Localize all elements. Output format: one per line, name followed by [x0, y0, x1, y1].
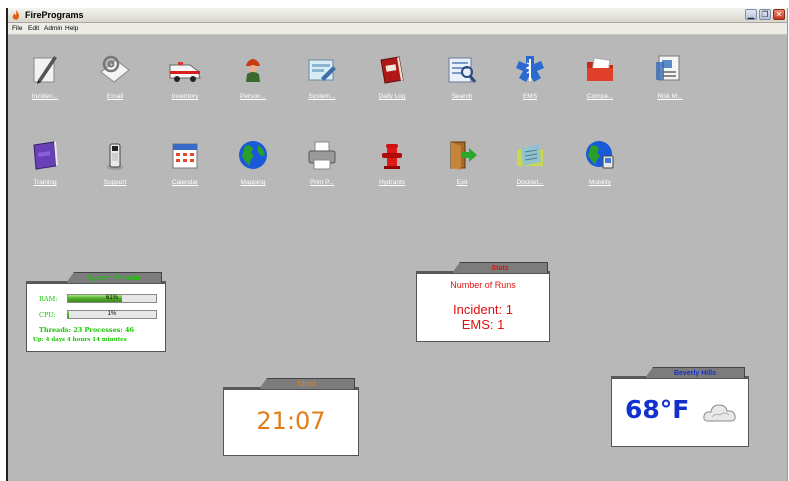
desktop-icon-search[interactable]: Search — [432, 52, 492, 108]
stats-widget[interactable]: Stats Number of Runs Incident: 1 EMS: 1 — [416, 262, 550, 342]
training-icon — [33, 141, 58, 170]
company-icon — [587, 57, 613, 81]
mobility-icon — [586, 141, 614, 169]
desktop-icon-print[interactable]: Print P... — [292, 138, 352, 194]
clock-time: 21:07 — [256, 407, 326, 435]
ems-icon — [516, 56, 544, 82]
cpu-label: CPU: — [39, 311, 56, 319]
incident-count: Incident: 1 — [453, 302, 513, 317]
desktop-icon-mapping[interactable]: Mapping — [223, 138, 283, 194]
clock-title: Clock — [259, 378, 355, 389]
hydrant-icon — [382, 144, 402, 169]
docklet-icon — [517, 144, 543, 166]
menu-admin[interactable]: Admin — [44, 23, 62, 34]
calendar-icon — [172, 143, 198, 169]
daily-log-icon — [380, 56, 404, 84]
desktop-icon-email[interactable]: Email — [85, 52, 145, 108]
system-monitor-widget[interactable]: System Monitor RAM: 61% CPU: 1% Threads:… — [26, 272, 166, 352]
title-bar[interactable]: FirePrograms ▁ ❐ ✕ — [8, 8, 787, 23]
ram-label: RAM: — [39, 295, 58, 303]
restore-button[interactable]: ❐ — [759, 9, 771, 20]
close-button[interactable]: ✕ — [773, 9, 785, 20]
ram-bar: 61% — [67, 294, 157, 303]
runs-heading: Number of Runs — [450, 280, 516, 290]
desktop-icon-system[interactable]: System... — [292, 52, 352, 108]
system-icon — [308, 59, 336, 81]
email-icon — [100, 55, 130, 83]
cpu-value: 1% — [107, 311, 117, 317]
weather-location: Beverly Hills — [645, 367, 745, 378]
desktop-icon-training[interactable]: Training — [15, 138, 75, 194]
window-title: FirePrograms — [25, 10, 84, 20]
search-icon — [448, 57, 477, 83]
exit-icon — [450, 141, 477, 170]
desktop-icon-calendar[interactable]: Calendar — [155, 138, 215, 194]
desktop-icon-incident[interactable]: Inciden... — [15, 52, 75, 108]
minimize-button[interactable]: ▁ — [745, 9, 757, 20]
app-window: FirePrograms ▁ ❐ ✕ File Edit Admin Help … — [6, 8, 788, 481]
desktop-icon-risk-management[interactable]: Risk M... — [640, 52, 700, 108]
desktop-icon-daily-log[interactable]: Daily Log — [362, 52, 422, 108]
weather-temperature: 68°F — [625, 395, 690, 424]
menu-bar: File Edit Admin Help — [8, 23, 787, 35]
stats-title: Stats — [452, 262, 548, 273]
cloudy-icon — [703, 404, 736, 422]
fire-app-icon — [12, 10, 20, 20]
desktop-icon-mobility[interactable]: Mobility — [570, 138, 630, 194]
menu-help[interactable]: Help — [65, 23, 78, 34]
ram-value: 61% — [105, 295, 118, 301]
uptime: Up: 4 days 4 hours 14 minutes — [33, 337, 127, 343]
menu-file[interactable]: File — [12, 23, 22, 34]
inventory-icon — [169, 62, 201, 82]
personnel-icon — [246, 59, 260, 82]
desktop-icon-personnel[interactable]: Person... — [223, 52, 283, 108]
cpu-bar: 1% — [67, 310, 157, 319]
desktop-icon-docklet[interactable]: Docklet... — [500, 138, 560, 194]
incident-icon — [33, 56, 57, 84]
desktop-icon-ems[interactable]: EMS — [500, 52, 560, 108]
weather-widget[interactable]: Beverly Hills 68°F — [611, 367, 749, 447]
threads-processes: Threads: 23 Processes: 46 — [39, 326, 135, 334]
support-icon — [107, 143, 123, 170]
desktop-icon-support[interactable]: Support — [85, 138, 145, 194]
clock-widget[interactable]: Clock 21:07 — [223, 378, 359, 456]
system-monitor-title: System Monitor — [66, 272, 162, 283]
print-icon — [308, 141, 336, 170]
ems-count: EMS: 1 — [461, 317, 505, 332]
desktop-icon-hydrants[interactable]: Hydrants — [362, 138, 422, 194]
desktop-icon-inventory[interactable]: Inventory — [155, 52, 215, 108]
menu-edit[interactable]: Edit — [28, 23, 39, 34]
mapping-icon — [239, 141, 267, 169]
desktop-icon-company[interactable]: Compa... — [570, 52, 630, 108]
risk-management-icon — [656, 55, 680, 81]
desktop-icon-exit[interactable]: Exit — [432, 138, 492, 194]
